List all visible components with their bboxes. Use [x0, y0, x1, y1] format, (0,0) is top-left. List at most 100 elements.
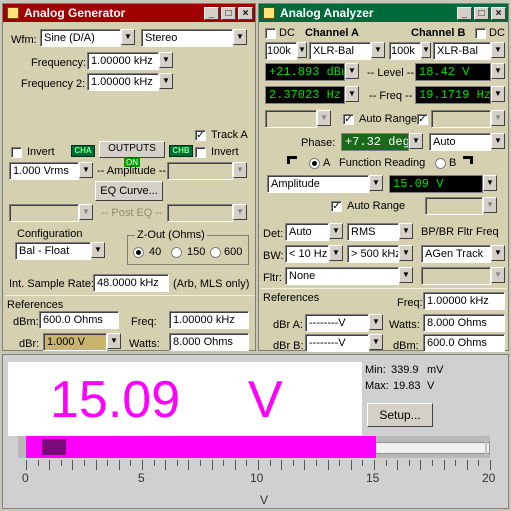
minimize-icon[interactable]: _ [457, 6, 472, 20]
dc-a-checkbox[interactable] [265, 28, 276, 39]
invert-b-label: Invert [211, 146, 239, 158]
mode-select[interactable]: Stereo ▼ [141, 29, 247, 47]
chevron-down-icon[interactable]: ▼ [421, 42, 431, 58]
chevron-down-icon[interactable]: ▼ [233, 29, 247, 45]
range-b-select[interactable]: 100k ▼ [389, 42, 431, 60]
input-a-select[interactable]: XLR-Bal ▼ [309, 42, 385, 60]
det-select[interactable]: Auto ▼ [285, 223, 343, 241]
auto-range-b-checkbox[interactable]: ✓ [417, 114, 428, 125]
freq-a-readout[interactable]: 2.37023 Hz ▼ [265, 86, 359, 104]
chevron-down-icon[interactable]: ▼ [369, 314, 383, 330]
frequency2-input[interactable]: 1.00000 kHz ▼ [87, 73, 173, 91]
auto-range-checkbox[interactable]: ✓ [343, 114, 354, 125]
chevron-down-icon[interactable]: ▼ [107, 333, 121, 349]
dbr-input[interactable]: 1.000 V ▼ [43, 333, 121, 351]
bar-peak-marker [485, 438, 488, 456]
dbr-b-select[interactable]: --------V ▼ [305, 334, 383, 352]
range-a-select[interactable]: 100k ▼ [265, 42, 307, 60]
auto-range2-checkbox[interactable]: ✓ [331, 201, 342, 212]
setup-button[interactable]: Setup... [367, 403, 433, 427]
level-a-readout[interactable]: +21.893 dBu ▼ [265, 63, 359, 81]
chevron-down-icon[interactable]: ▼ [329, 245, 343, 261]
chevron-down-icon[interactable]: ▼ [409, 133, 423, 149]
chevron-down-icon[interactable]: ▼ [399, 267, 413, 283]
bw-high-select[interactable]: > 500 kHz ▼ [347, 245, 413, 263]
chevron-down-icon[interactable]: ▼ [491, 86, 505, 102]
det-mode-select[interactable]: RMS ▼ [347, 223, 413, 241]
scale-tick-label: 5 [138, 471, 145, 485]
function-reading-readout[interactable]: 15.09 V ▼ [389, 175, 497, 193]
zout-150-radio[interactable] [171, 247, 182, 258]
maximize-icon[interactable]: □ [221, 6, 236, 20]
dc-b-checkbox[interactable] [475, 28, 486, 39]
chevron-down-icon[interactable]: ▼ [491, 63, 505, 79]
sample-rate-input[interactable]: 48.0000 kHz [93, 274, 169, 292]
chevron-down-icon[interactable]: ▼ [345, 63, 359, 79]
amplitude-value: 1.000 Vrms [9, 162, 79, 180]
chevron-down-icon[interactable]: ▼ [491, 133, 505, 149]
generator-title: Analog Generator [24, 6, 126, 20]
function-a-radio[interactable] [309, 158, 320, 169]
watts-label: Watts: [129, 338, 160, 350]
frequency-input[interactable]: 1.00000 kHz ▼ [87, 52, 173, 70]
generator-titlebar[interactable]: Analog Generator _ □ × [3, 4, 255, 22]
ref-watts-input[interactable]: 8.000 Ohms [423, 314, 505, 332]
eq-curve-button[interactable]: EQ Curve... [95, 181, 163, 201]
chevron-down-icon[interactable]: ▼ [121, 29, 135, 45]
chevron-down-icon[interactable]: ▼ [297, 42, 307, 58]
chevron-down-icon[interactable]: ▼ [159, 52, 173, 68]
invert-a-checkbox[interactable] [11, 147, 22, 158]
minimize-icon[interactable]: _ [204, 6, 219, 20]
fltr-select[interactable]: None ▼ [285, 267, 413, 285]
chevron-down-icon[interactable]: ▼ [345, 86, 359, 102]
agen-track-select[interactable]: AGen Track ▼ [421, 245, 505, 263]
input-b-select[interactable]: XLR-Bal ▼ [433, 42, 505, 60]
chevron-down-icon[interactable]: ▼ [483, 175, 497, 191]
scale-tick [316, 460, 317, 466]
chevron-down-icon[interactable]: ▼ [91, 242, 105, 258]
invert-a-label: Invert [27, 146, 55, 158]
phase-mode-select[interactable]: Auto ▼ [429, 133, 505, 151]
scale-tick [165, 460, 167, 470]
level-b-readout[interactable]: 18.42 V ▼ [415, 63, 505, 81]
zout-40-radio[interactable] [133, 247, 144, 258]
freq-input[interactable]: 1.00000 kHz [169, 311, 249, 329]
dbr-a-select[interactable]: --------V ▼ [305, 314, 383, 332]
chevron-down-icon[interactable]: ▼ [369, 334, 383, 350]
function-b-radio[interactable] [435, 158, 446, 169]
outputs-button[interactable]: OUTPUTS ON [99, 141, 165, 167]
chevron-down-icon[interactable]: ▼ [491, 245, 505, 261]
close-icon[interactable]: × [238, 6, 253, 20]
outputs-label: OUTPUTS [108, 143, 156, 154]
chevron-down-icon[interactable]: ▼ [399, 245, 413, 261]
chevron-down-icon[interactable]: ▼ [399, 223, 413, 239]
scale-tick [281, 460, 283, 470]
dbm-input[interactable]: 600.0 Ohms [39, 311, 119, 329]
zout-600-radio[interactable] [210, 247, 221, 258]
amplitude-input[interactable]: 1.000 Vrms ▼ [9, 162, 93, 180]
close-icon[interactable]: × [491, 6, 506, 20]
maximize-icon[interactable]: □ [474, 6, 489, 20]
scale-tick [292, 460, 294, 466]
chevron-down-icon[interactable]: ▼ [369, 175, 383, 191]
app-icon [7, 7, 19, 19]
chevron-down-icon[interactable]: ▼ [371, 42, 385, 58]
invert-b-checkbox[interactable] [195, 147, 206, 158]
analyzer-titlebar[interactable]: Analog Analyzer _ □ × [259, 4, 508, 22]
chevron-down-icon[interactable]: ▼ [491, 42, 505, 58]
phase-readout[interactable]: +7.32 deg ▼ [341, 133, 423, 151]
watts-input[interactable]: 8.000 Ohms [169, 333, 249, 351]
configuration-select[interactable]: Bal - Float ▼ [15, 242, 105, 260]
waveform-value: Sine (D/A) [40, 29, 121, 47]
bw-low-select[interactable]: < 10 Hz ▼ [285, 245, 343, 263]
track-a-checkbox[interactable]: ✓ [195, 130, 206, 141]
chevron-down-icon[interactable]: ▼ [79, 162, 93, 178]
waveform-select[interactable]: Sine (D/A) ▼ [40, 29, 135, 47]
ref-freq-input[interactable]: 1.00000 kHz [423, 292, 505, 310]
freq-b-readout[interactable]: 19.1719 Hz ▼ [415, 86, 505, 104]
chevron-down-icon[interactable]: ▼ [329, 223, 343, 239]
ref-dbm-input[interactable]: 600.0 Ohms [423, 334, 505, 352]
function-select[interactable]: Amplitude ▼ [267, 175, 383, 193]
det-label: Det: [263, 228, 284, 240]
chevron-down-icon[interactable]: ▼ [159, 73, 173, 89]
